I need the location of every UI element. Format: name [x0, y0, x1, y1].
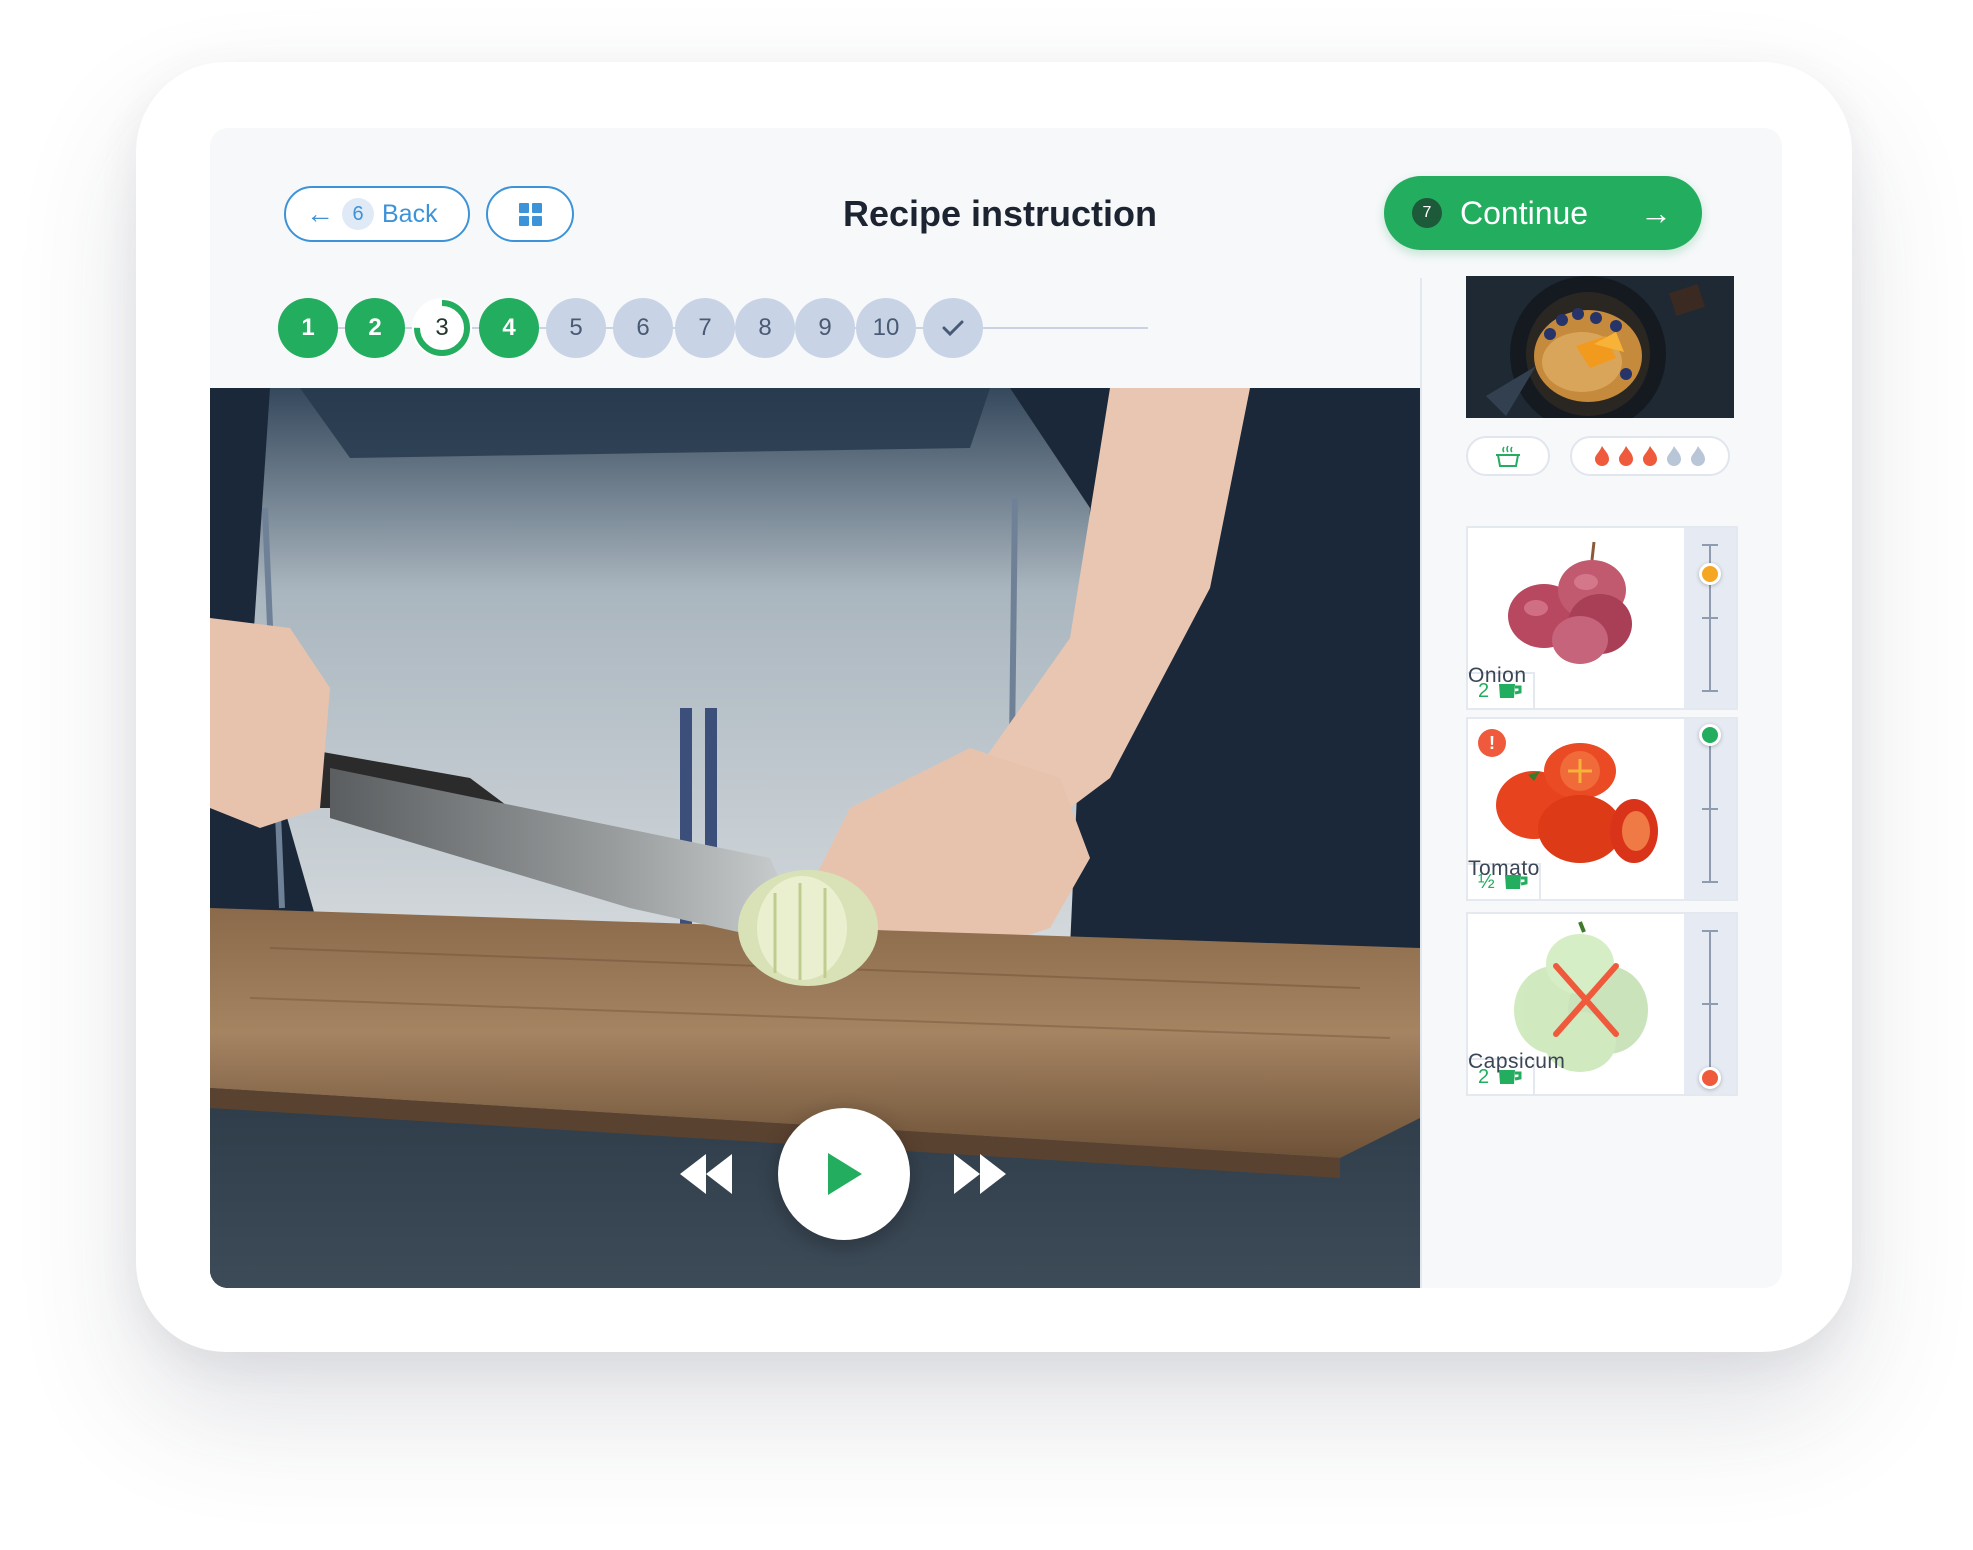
instruction-video[interactable] [210, 388, 1420, 1288]
back-button[interactable]: ← 6 Back [284, 186, 470, 242]
step-number: 7 [698, 314, 712, 341]
slider-tick [1702, 544, 1718, 546]
quantity-slider[interactable] [1684, 914, 1736, 1094]
rewind-icon [680, 1154, 732, 1194]
step-10[interactable]: 10 [856, 298, 916, 358]
step-finish[interactable] [923, 298, 983, 358]
fast-forward-icon [954, 1154, 1006, 1194]
step-9[interactable]: 9 [795, 298, 855, 358]
recipe-screen: ← 6 Back Recipe instruction 7 Continue →… [210, 128, 1782, 1288]
overview-grid-button[interactable] [486, 186, 574, 242]
water-drop-icon [1691, 446, 1705, 466]
step-number: 4 [502, 314, 516, 341]
flame-icon [1619, 446, 1633, 466]
step-number: 10 [872, 314, 900, 341]
step-number: 5 [569, 314, 583, 341]
step-number: 8 [758, 314, 772, 341]
step-3[interactable]: 3 [412, 298, 472, 358]
slider-tick [1702, 617, 1718, 619]
step-number: 2 [368, 314, 382, 341]
ingredient-name: Tomato [1468, 857, 1540, 880]
ingredient-name: Onion [1468, 664, 1527, 687]
play-icon [828, 1153, 862, 1195]
slider-tick [1702, 808, 1718, 810]
grid-icon [518, 202, 542, 226]
slider-knob[interactable] [1699, 562, 1721, 585]
flame-icon [1595, 446, 1609, 466]
slider-knob[interactable] [1699, 1067, 1721, 1089]
water-drop-icon [1667, 446, 1681, 466]
heat-level-control[interactable] [1570, 436, 1730, 476]
step-5[interactable]: 5 [546, 298, 606, 358]
step-6[interactable]: 6 [613, 298, 673, 358]
slider-tick [1702, 1003, 1718, 1005]
rewind-button[interactable] [678, 1148, 734, 1200]
back-step-badge: 6 [342, 198, 374, 230]
quantity-slider[interactable] [1684, 719, 1736, 899]
step-number: 3 [435, 314, 449, 341]
step-number: 9 [818, 314, 832, 341]
quantity-slider[interactable] [1684, 528, 1736, 708]
continue-button[interactable]: 7 Continue → [1384, 176, 1702, 250]
slider-knob[interactable] [1699, 724, 1721, 746]
step-number: 6 [636, 314, 650, 341]
pot-icon [1496, 445, 1520, 467]
flame-icon [1643, 446, 1657, 466]
step-7[interactable]: 7 [675, 298, 735, 358]
sidebar-divider [1420, 278, 1422, 1288]
arrow-right-icon: → [1640, 194, 1672, 231]
step-progress: 1 2 3 4 5 6 7 8 9 10 [278, 298, 1178, 358]
ingredient-name: Capsicum [1468, 1050, 1566, 1073]
dish-photo [1466, 276, 1734, 418]
slider-tick [1702, 690, 1718, 692]
arrow-left-icon: ← [306, 198, 334, 229]
play-button[interactable] [778, 1108, 910, 1240]
step-1[interactable]: 1 [278, 298, 338, 358]
continue-step-badge: 7 [1412, 198, 1442, 228]
back-label: Back [382, 199, 438, 228]
step-number: 1 [301, 314, 315, 341]
step-2[interactable]: 2 [345, 298, 405, 358]
warning-icon: ! [1478, 729, 1506, 757]
slider-tick [1702, 930, 1718, 932]
cookware-pot-button[interactable] [1466, 436, 1550, 476]
page-title: Recipe instruction [842, 193, 1158, 234]
continue-label: Continue [1460, 194, 1589, 231]
slider-tick [1702, 881, 1718, 883]
step-4[interactable]: 4 [479, 298, 539, 358]
step-8[interactable]: 8 [735, 298, 795, 358]
check-icon [942, 320, 964, 337]
fast-forward-button[interactable] [952, 1148, 1008, 1200]
